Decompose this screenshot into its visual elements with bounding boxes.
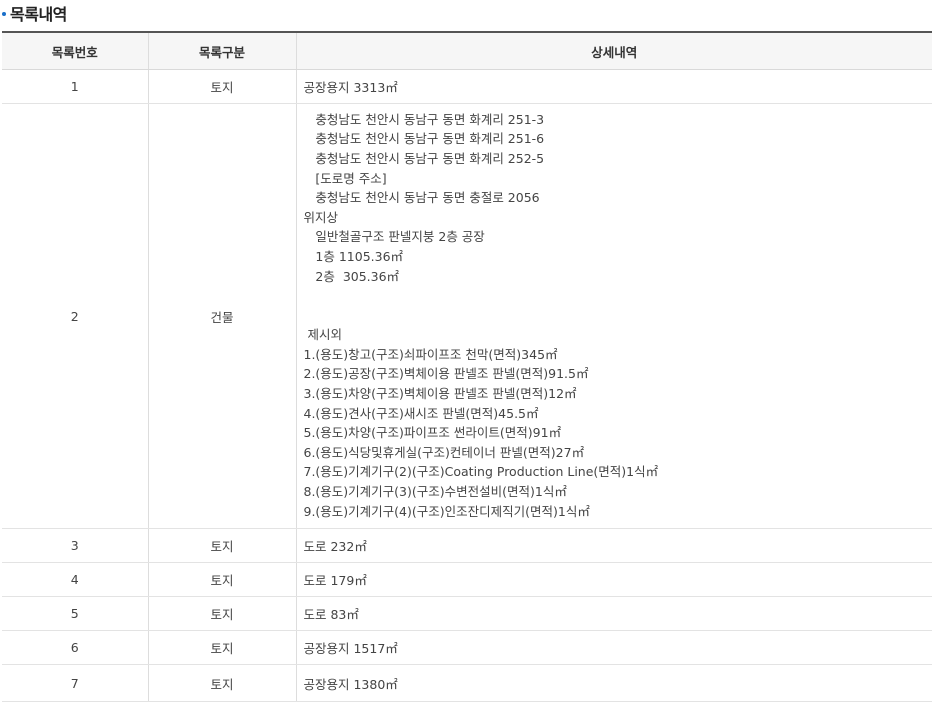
row-category: 건물: [147, 103, 296, 529]
row-number: 3: [2, 528, 148, 563]
row-number: 2: [2, 103, 148, 529]
detail-line: [304, 286, 933, 306]
row-number: 4: [2, 562, 148, 597]
item-list-table: 목록번호 목록구분 상세내역 1 토지 공장용지 3313㎡ 2 건물 충청남도…: [2, 31, 932, 702]
detail-line: 1층 1105.36㎡: [303, 248, 404, 264]
table-row: 5 토지 도로 83㎡: [2, 596, 932, 631]
detail-line: 2층 305.36㎡: [303, 268, 400, 284]
detail-line: 3.(용도)차양(구조)벽체이용 판넬조 판넬(면적)12㎡: [303, 386, 577, 402]
table-header-row: 목록번호 목록구분 상세내역: [2, 31, 932, 70]
row-detail: 공장용지 1380㎡: [295, 664, 932, 702]
row-detail-lines: 충청남도 천안시 동남구 동면 화계리 251-3 충청남도 천안시 동남구 동…: [304, 105, 933, 527]
detail-line: [304, 306, 933, 326]
table-row: 4 토지 도로 179㎡: [2, 562, 932, 597]
row-category: 토지: [147, 596, 296, 631]
table-row: 1 토지 공장용지 3313㎡: [2, 69, 932, 104]
detail-line: 위지상: [303, 209, 339, 225]
detail-line: 충청남도 천안시 동남구 동면 충절로 2056: [303, 190, 540, 206]
page: 목록내역 목록번호 목록구분 상세내역 1 토지 공장용지 3313㎡ 2 건물: [0, 0, 936, 705]
row-number: 1: [2, 69, 148, 104]
header-detail: 상세내역: [295, 31, 932, 70]
detail-line: 제시외: [303, 327, 342, 343]
row-category: 토지: [147, 562, 296, 597]
table-row: 2 건물 충청남도 천안시 동남구 동면 화계리 251-3 충청남도 천안시 …: [2, 103, 933, 529]
detail-line: 충청남도 천안시 동남구 동면 화계리 252-5: [303, 150, 545, 166]
section-title-text: 목록내역: [10, 5, 67, 24]
detail-line: 9.(용도)기계기구(4)(구조)인조잔디제직기(면적)1식㎡: [303, 503, 590, 519]
row-category: 토지: [147, 69, 296, 104]
detail-line: 2.(용도)공장(구조)벽체이용 판넬조 판넬(면적)91.5㎡: [303, 366, 589, 382]
row-number: 7: [2, 664, 148, 702]
row-detail: 충청남도 천안시 동남구 동면 화계리 251-3 충청남도 천안시 동남구 동…: [295, 103, 933, 529]
table-row: 6 토지 공장용지 1517㎡: [2, 630, 932, 665]
detail-line: 4.(용도)견사(구조)새시조 판넬(면적)45.5㎡: [303, 405, 539, 421]
row-detail: 도로 179㎡: [295, 562, 932, 597]
detail-line: 8.(용도)기계기구(3)(구조)수변전설비(면적)1식㎡: [303, 484, 567, 500]
row-category: 토지: [147, 630, 296, 665]
detail-line: 7.(용도)기계기구(2)(구조)Coating Production Line…: [303, 464, 659, 480]
section-title: 목록내역: [2, 2, 67, 24]
row-number: 5: [2, 596, 148, 631]
detail-line: [도로명 주소]: [303, 170, 387, 186]
table-row: 3 토지 도로 232㎡: [2, 528, 932, 563]
detail-line: 1.(용도)창고(구조)쇠파이프조 천막(면적)345㎡: [303, 346, 558, 362]
table-row: 7 토지 공장용지 1380㎡: [2, 664, 932, 702]
row-detail: 도로 232㎡: [295, 528, 932, 563]
row-category: 토지: [147, 664, 296, 702]
detail-line: 일반철골구조 판넬지붕 2층 공장: [303, 229, 485, 245]
row-detail: 도로 83㎡: [295, 596, 932, 631]
detail-line: 6.(용도)식당및휴게실(구조)컨테이너 판넬(면적)27㎡: [303, 444, 585, 460]
row-detail: 공장용지 1517㎡: [295, 630, 932, 665]
header-number: 목록번호: [2, 31, 148, 70]
header-category: 목록구분: [147, 31, 296, 70]
row-detail: 공장용지 3313㎡: [295, 69, 932, 104]
detail-line: 충청남도 천안시 동남구 동면 화계리 251-6: [303, 131, 545, 147]
bullet-icon: [2, 12, 6, 16]
detail-line: 충청남도 천안시 동남구 동면 화계리 251-3: [303, 111, 545, 127]
detail-line: 5.(용도)차양(구조)파이프조 썬라이트(면적)91㎡: [303, 425, 562, 441]
row-category: 토지: [147, 528, 296, 563]
row-number: 6: [2, 630, 148, 665]
